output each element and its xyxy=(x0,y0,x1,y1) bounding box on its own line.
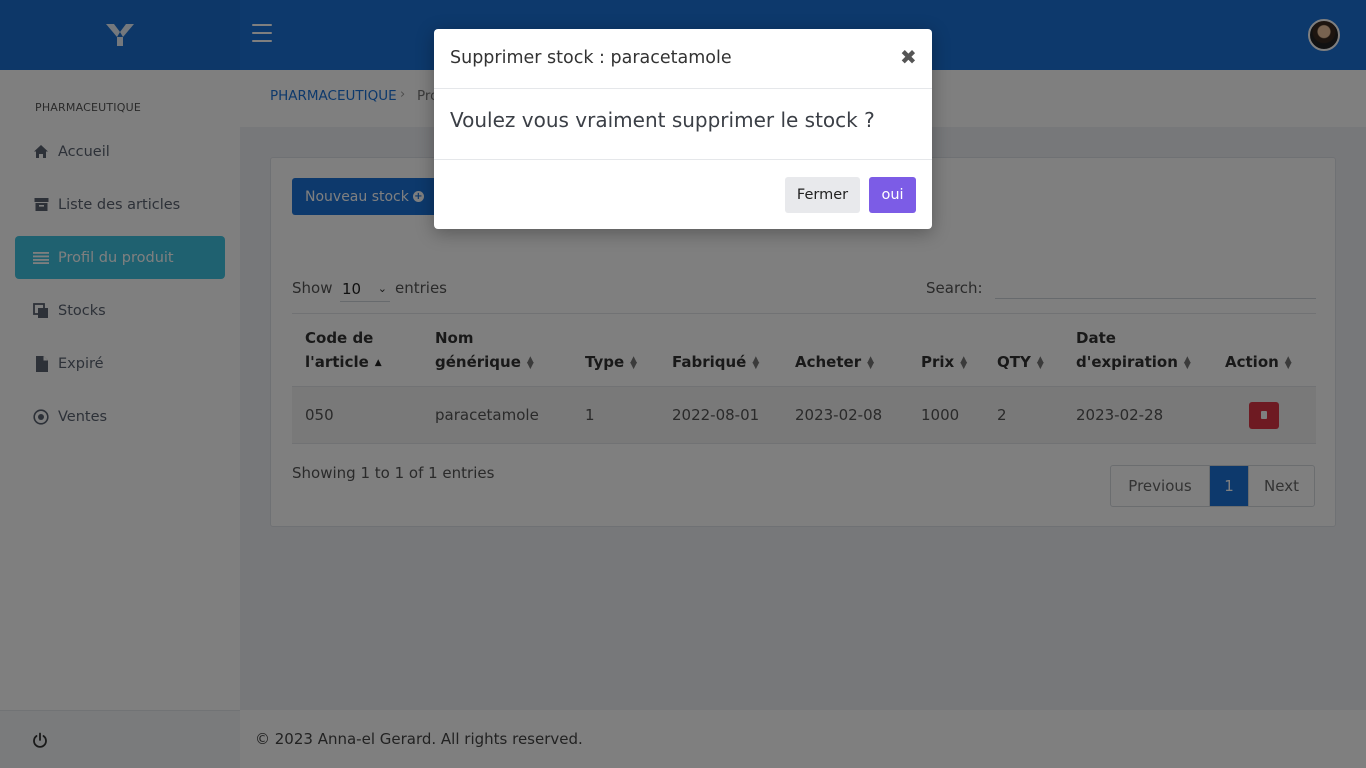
modal-header: Supprimer stock : paracetamole ✖ xyxy=(434,29,932,89)
close-icon[interactable]: ✖ xyxy=(900,45,917,69)
cancel-button[interactable]: Fermer xyxy=(785,177,860,213)
modal-title: Supprimer stock : paracetamole xyxy=(450,48,732,68)
modal-footer: Fermer oui xyxy=(434,159,932,229)
delete-stock-modal: Supprimer stock : paracetamole ✖ Voulez … xyxy=(434,29,932,229)
confirm-button[interactable]: oui xyxy=(869,177,916,213)
modal-message: Voulez vous vraiment supprimer le stock … xyxy=(450,108,875,132)
